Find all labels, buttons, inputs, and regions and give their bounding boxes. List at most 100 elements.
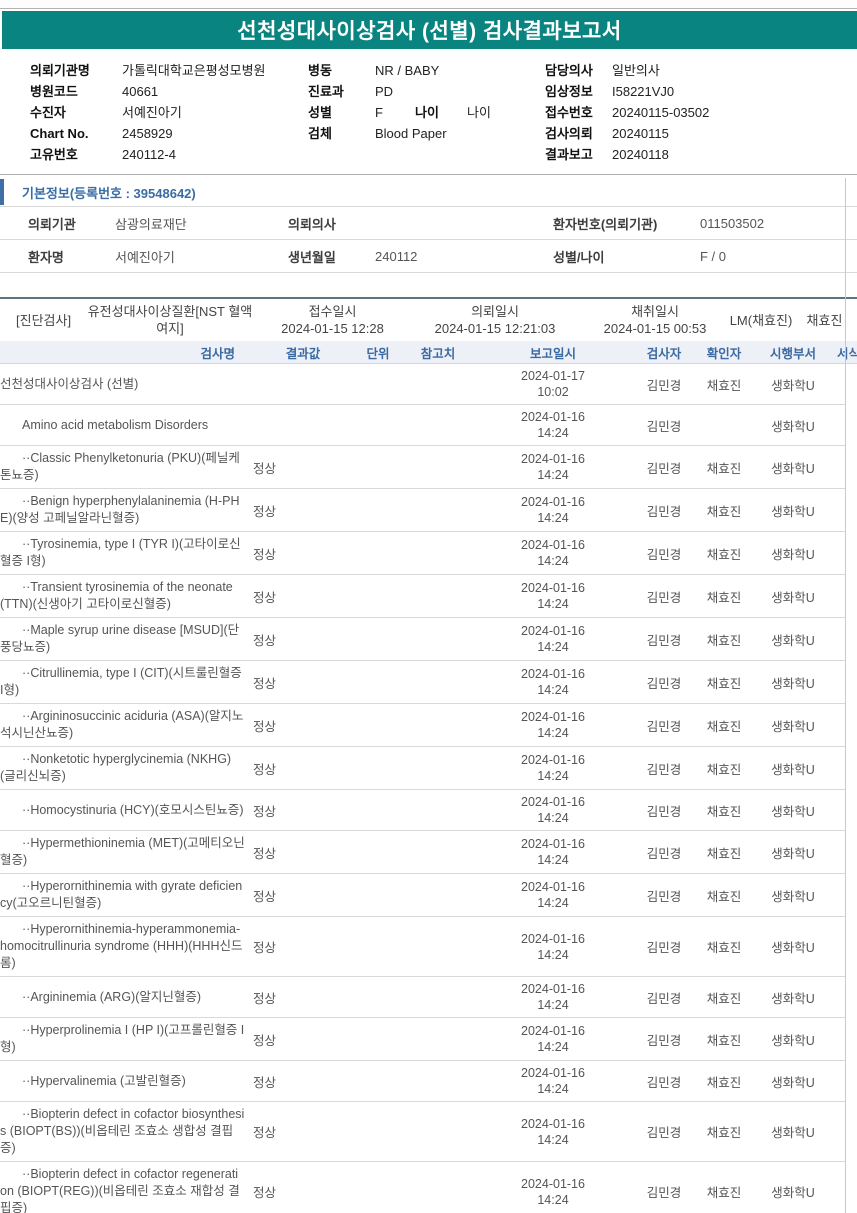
- field-label: 나이: [415, 105, 439, 120]
- patient-header-row: Chart No. 2458929: [30, 123, 285, 144]
- table-row: ··Classic Phenylketonuria (PKU)(페닐케톤뇨증) 정…: [0, 446, 845, 489]
- received-label: 접수일시: [308, 304, 357, 319]
- cell-confirmer: 채효진: [706, 633, 742, 648]
- patient-header-block: 의뢰기관명 가톨릭대학교은평성모병원 병원코드 40661 수진자 서예진아기 Chart …: [0, 49, 857, 174]
- cell-department: 생화학U: [771, 676, 815, 691]
- field-value: F: [375, 105, 383, 120]
- field-value: 240112: [375, 248, 418, 264]
- table-row: ··Biopterin defect in cofactor regenerat…: [0, 1162, 845, 1213]
- field-value: 서예진아기: [122, 105, 182, 120]
- col-header-unit: 단위: [366, 346, 390, 361]
- col-header-confirmer: 확인자: [706, 346, 742, 361]
- reported-datetime-text: 2024-01-16 14:24: [521, 452, 585, 482]
- patient-header-row: 임상정보 I58221VJ0: [545, 81, 857, 102]
- cell-reported-datetime: 2024-01-16 14:24: [473, 879, 633, 911]
- field-value: 나이: [467, 105, 491, 120]
- cell-reported-datetime: 2024-01-16 14:24: [473, 451, 633, 483]
- cell-department: 생화학U: [771, 378, 815, 393]
- basic-info-table: 의뢰기관 삼광의료재단 의뢰의사 환자번호(의뢰기관) 011503502 환자명 서예진아…: [0, 207, 857, 273]
- results-table-body: 선천성대사이상검사 (선별) 2024-01-17 10:02 김민경 채효진 생화학U…: [0, 364, 857, 1213]
- results-table-header: 검사명 결과값 단위 참고치 보고일시 검사자 확인자 시행부서 서식: [0, 341, 857, 364]
- field-value: 20240115-03502: [612, 105, 710, 120]
- table-row: ··Biopterin defect in cofactor biosynthe…: [0, 1102, 845, 1162]
- cell-test-name: ··Benign hyperphenylalaninemia (H-PHE)(양…: [0, 494, 240, 525]
- cell-confirmer: 채효진: [706, 941, 742, 955]
- cell-reported-datetime: 2024-01-16 14:24: [473, 836, 633, 868]
- cell-test-name: ··Transient tyrosinemia of the neonate (…: [0, 580, 233, 611]
- cell-tester: 김민경: [646, 1033, 682, 1048]
- field-value: 20240115: [612, 126, 669, 141]
- cell-test-name: Amino acid metabolism Disorders: [22, 417, 209, 432]
- field-value: I58221VJ0: [612, 84, 675, 99]
- cell-result: 정상: [253, 633, 277, 648]
- cell-reported-datetime: 2024-01-16 14:24: [473, 709, 633, 741]
- cell-confirmer: 채효진: [706, 378, 742, 393]
- field-label: 고유번호: [30, 147, 78, 162]
- cell-confirmer: 채효진: [706, 846, 742, 861]
- cell-result: 정상: [253, 1186, 277, 1200]
- cell-confirmer: 채효진: [706, 889, 742, 904]
- cell-tester: 김민경: [646, 504, 682, 519]
- cell-department: 생화학U: [771, 547, 815, 562]
- received-value: 2024-01-15 12:28: [281, 321, 384, 336]
- cell-department: 생화학U: [771, 1075, 815, 1090]
- patient-header-row: 성별 F 나이 나이: [308, 102, 535, 123]
- patient-header-row: 검사의뢰 20240115: [545, 123, 857, 144]
- field-label: 의뢰의사: [288, 216, 336, 232]
- table-row: ··Tyrosinemia, type I (TYR I)(고타이로신혈증 I형…: [0, 532, 845, 575]
- col-header-format: 서식: [837, 346, 857, 361]
- cell-result: 정상: [253, 941, 277, 955]
- page-title: 선천성대사이상검사 (선별) 검사결과보고서: [237, 20, 622, 43]
- cell-confirmer: 채효진: [706, 1186, 742, 1200]
- field-value: PD: [375, 84, 394, 99]
- field-value: 011503502: [700, 215, 765, 231]
- cell-result: 정상: [253, 461, 277, 476]
- cell-result: 정상: [253, 1033, 277, 1048]
- cell-confirmer: 채효진: [706, 1126, 742, 1140]
- table-row: ··Transient tyrosinemia of the neonate (…: [0, 575, 845, 618]
- field-label: Chart No.: [30, 126, 89, 141]
- cell-test-name: ··Hyperornithinemia-hyperammonemia-homoc…: [0, 922, 243, 970]
- col-header-department: 시행부서: [769, 346, 816, 361]
- cell-test-name: ··Hypervalinemia (고발린혈증): [22, 1073, 186, 1088]
- cell-tester: 김민경: [646, 419, 682, 434]
- table-row: ··Argininemia (ARG)(알지닌혈증) 정상 2024-01-16 1…: [0, 977, 845, 1018]
- table-row: 선천성대사이상검사 (선별) 2024-01-17 10:02 김민경 채효진 생화학U: [0, 364, 845, 405]
- cell-department: 생화학U: [771, 719, 815, 734]
- patient-header-row: 병원코드 40661: [30, 81, 285, 102]
- col-header-reported: 보고일시: [529, 346, 576, 361]
- cell-department: 생화학U: [771, 889, 815, 904]
- cell-test-name: ··Hyperprolinemia I (HP I)(고프롤린혈증 I형): [0, 1023, 245, 1054]
- cell-tester: 김민경: [646, 941, 682, 955]
- basic-info-row: 의뢰기관 삼광의료재단 의뢰의사 환자번호(의뢰기관) 011503502: [0, 207, 857, 240]
- field-value: 가톨릭대학교은평성모병원: [122, 63, 266, 78]
- field-value: Blood Paper: [375, 126, 447, 141]
- cell-reported-datetime: 2024-01-16 14:24: [473, 537, 633, 569]
- cell-reported-datetime: 2024-01-16 14:24: [473, 931, 633, 963]
- cell-confirmer: 채효진: [706, 991, 742, 1006]
- cell-reported-datetime: 2024-01-16 14:24: [473, 409, 633, 441]
- cell-test-name: ··Argininemia (ARG)(알지닌혈증): [22, 989, 202, 1004]
- patient-header-row: 병동 NR / BABY: [308, 60, 535, 81]
- reported-datetime-text: 2024-01-16 14:24: [521, 667, 585, 697]
- requested-datetime: 의뢰일시 2024-01-15 12:21:03: [410, 303, 580, 337]
- reported-datetime-text: 2024-01-16 14:24: [521, 931, 585, 962]
- patient-header-row: 검체 Blood Paper: [308, 123, 535, 144]
- field-value: 240112-4: [122, 147, 176, 162]
- field-value: 2458929: [122, 126, 173, 141]
- cell-confirmer: 채효진: [706, 719, 742, 734]
- field-label: 의뢰기관명: [30, 63, 90, 78]
- reported-datetime-text: 2024-01-16 14:24: [521, 538, 585, 568]
- patient-header-row: 진료과 PD: [308, 81, 535, 102]
- cell-department: 생화학U: [771, 762, 815, 777]
- cell-department: 생화학U: [771, 941, 815, 955]
- basic-info-title: 기본정보(등록번호 : 39548642): [22, 185, 196, 201]
- field-value: 일반의사: [612, 63, 660, 78]
- cell-confirmer: 채효진: [706, 590, 742, 605]
- col-header-result: 결과값: [285, 346, 321, 361]
- cell-result: 정상: [253, 991, 277, 1006]
- patient-header-row: 담당의사 일반의사: [545, 60, 857, 81]
- reported-datetime-text: 2024-01-16 14:24: [521, 982, 585, 1012]
- report-page: 선천성대사이상검사 (선별) 검사결과보고서 의뢰기관명 가톨릭대학교은평성모병원…: [0, 0, 857, 1213]
- cell-reported-datetime: 2024-01-16 14:24: [473, 1023, 633, 1055]
